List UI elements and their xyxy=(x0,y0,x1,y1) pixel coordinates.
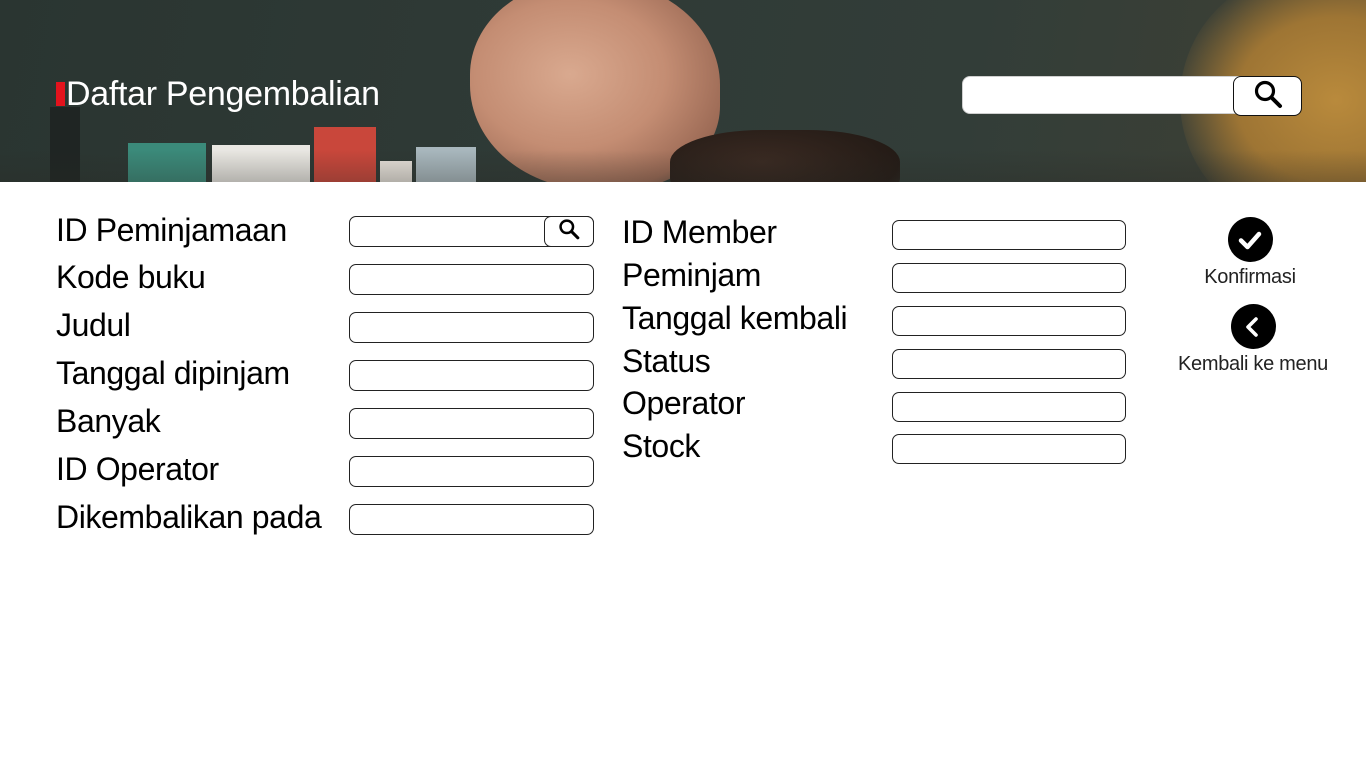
label-id-peminjamaan: ID Peminjamaan xyxy=(56,212,287,248)
back-to-menu-label: Kembali ke menu xyxy=(1177,353,1329,375)
label-id-member: ID Member xyxy=(622,214,777,250)
id-operator-input[interactable] xyxy=(349,456,594,487)
confirm-button[interactable]: Konfirmasi xyxy=(1194,217,1306,289)
label-banyak: Banyak xyxy=(56,403,161,439)
back-to-menu-button[interactable]: Kembali ke menu xyxy=(1170,304,1336,376)
status-input[interactable] xyxy=(892,349,1126,379)
label-dikembalikan-pada: Dikembalikan pada xyxy=(56,499,322,535)
peminjam-input[interactable] xyxy=(892,263,1126,293)
banner-shadow xyxy=(0,150,1366,182)
header-search-button[interactable] xyxy=(1233,76,1302,116)
dikembalikan-pada-input[interactable] xyxy=(349,504,594,535)
label-tanggal-dipinjam: Tanggal dipinjam xyxy=(56,355,290,391)
search-icon xyxy=(558,218,580,245)
label-stock: Stock xyxy=(622,428,701,464)
title-accent-bar xyxy=(56,82,65,106)
check-icon xyxy=(1227,217,1273,262)
tanggal-kembali-input[interactable] xyxy=(892,306,1126,336)
label-tanggal-kembali: Tanggal kembali xyxy=(622,300,848,336)
search-icon xyxy=(1253,79,1283,114)
label-id-operator: ID Operator xyxy=(56,451,219,487)
operator-input[interactable] xyxy=(892,392,1126,422)
label-peminjam: Peminjam xyxy=(622,257,762,293)
header-search-input[interactable] xyxy=(962,76,1262,114)
chevron-left-icon xyxy=(1230,304,1276,349)
tanggal-dipinjam-input[interactable] xyxy=(349,360,594,391)
label-judul: Judul xyxy=(56,307,131,343)
confirm-label: Konfirmasi xyxy=(1204,266,1296,288)
label-status: Status xyxy=(622,343,711,379)
label-kode-buku: Kode buku xyxy=(56,259,206,295)
kode-buku-input[interactable] xyxy=(349,264,594,295)
judul-input[interactable] xyxy=(349,312,594,343)
banyak-input[interactable] xyxy=(349,408,594,439)
header-search xyxy=(962,76,1302,116)
page-title: Daftar Pengembalian xyxy=(66,75,380,113)
stock-input[interactable] xyxy=(892,434,1126,464)
id-member-input[interactable] xyxy=(892,220,1126,250)
label-operator: Operator xyxy=(622,385,746,421)
id-peminjamaan-search-button[interactable] xyxy=(544,216,594,247)
